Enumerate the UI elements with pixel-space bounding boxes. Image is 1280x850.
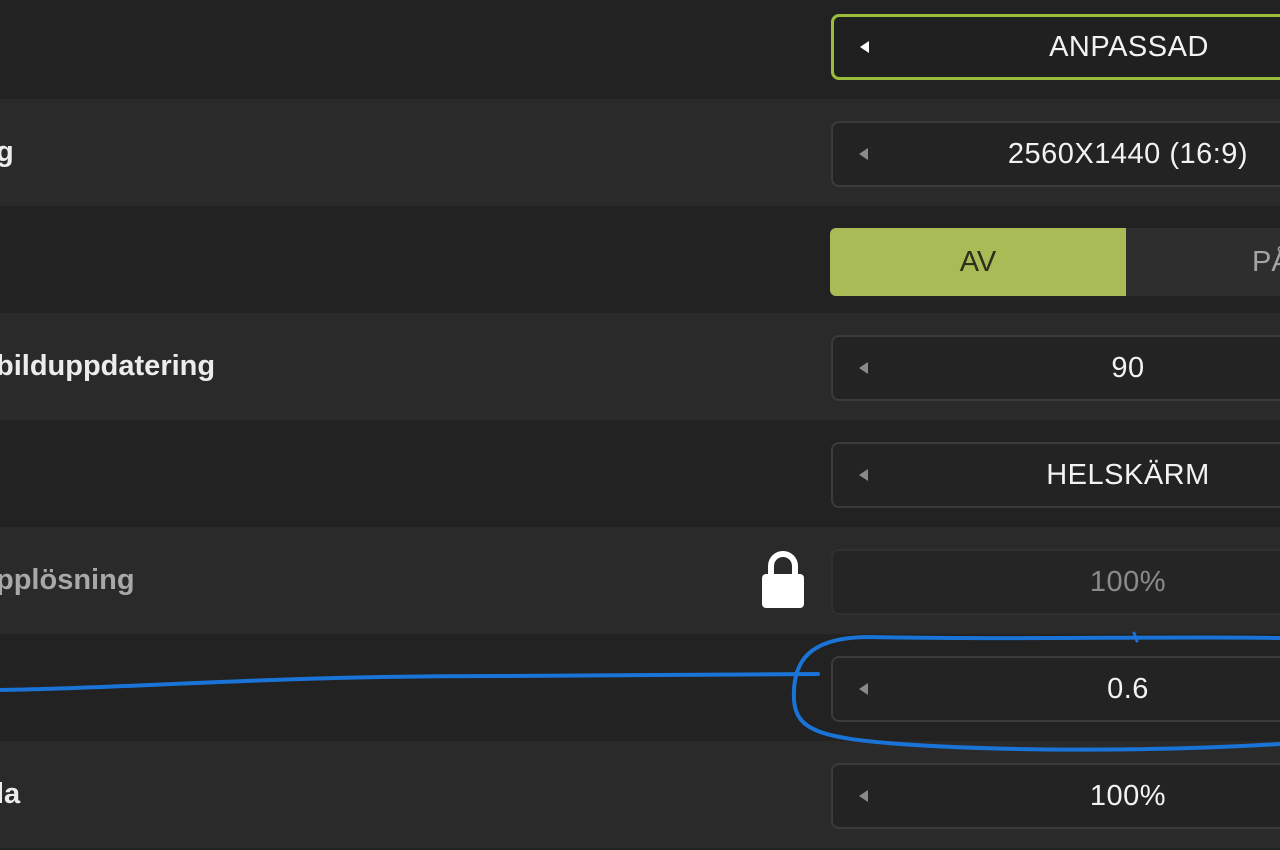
refresh-rate-value: 90: [1111, 352, 1145, 384]
setting-row-display-mode: HELSKÄRM: [0, 420, 1280, 527]
display-mode-selector[interactable]: HELSKÄRM: [831, 442, 1280, 508]
setting-label: la: [0, 778, 21, 810]
preset-value: ANPASSAD: [1049, 31, 1209, 63]
display-mode-value: HELSKÄRM: [1046, 459, 1210, 491]
setting-row-preset: ANPASSAD: [0, 0, 1280, 99]
setting-row-render-resolution: pplösning 100%: [0, 527, 1280, 634]
preset-selector[interactable]: ANPASSAD: [831, 14, 1280, 80]
render-resolution-selector: 100%: [831, 549, 1280, 615]
scale-value: 100%: [1089, 780, 1167, 812]
settings-screen: ANPASSAD g 2560X1440 (16:9) AV PÅ bildup…: [0, 0, 1280, 850]
setting-label: g: [0, 136, 14, 168]
sharpness-selector[interactable]: 0.6: [831, 656, 1280, 722]
setting-row-scale: la 100%: [0, 741, 1280, 848]
refresh-rate-selector[interactable]: 90: [831, 335, 1280, 401]
setting-row-resolution: g 2560X1440 (16:9): [0, 99, 1280, 206]
sharpness-value: 0.6: [1107, 673, 1149, 705]
setting-row-toggle: AV PÅ: [0, 206, 1280, 313]
toggle-option-off[interactable]: AV: [830, 228, 1126, 296]
lock-icon: [762, 551, 804, 608]
setting-row-sharpness: 0.6: [0, 634, 1280, 741]
render-resolution-value: 100%: [1089, 566, 1167, 598]
resolution-value: 2560X1440 (16:9): [1007, 138, 1249, 170]
setting-row-refresh-rate: bilduppdatering 90: [0, 313, 1280, 420]
scale-selector[interactable]: 100%: [831, 763, 1280, 829]
toggle-option-on[interactable]: PÅ: [1126, 228, 1280, 296]
on-off-toggle[interactable]: AV PÅ: [830, 228, 1280, 296]
setting-label: bilduppdatering: [0, 350, 216, 382]
resolution-selector[interactable]: 2560X1440 (16:9): [831, 121, 1280, 187]
setting-label: pplösning: [0, 564, 135, 596]
